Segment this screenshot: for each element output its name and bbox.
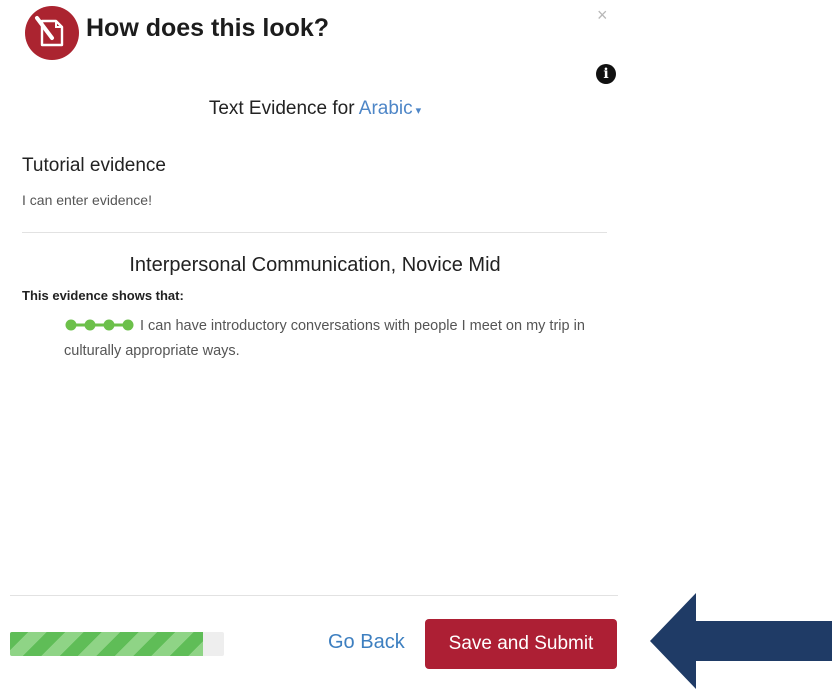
progress-fill — [10, 632, 203, 656]
evidence-body: I can enter evidence! — [22, 192, 152, 208]
evidence-heading-prefix: Text Evidence for — [208, 98, 355, 119]
go-back-link[interactable]: Go Back — [328, 631, 405, 654]
evidence-heading: Text Evidence for Arabic ▾ — [0, 98, 630, 120]
shows-label: This evidence shows that: — [22, 288, 184, 303]
evidence-title: Tutorial evidence — [22, 155, 166, 176]
chevron-down-icon: ▾ — [415, 105, 422, 117]
competency-title: Interpersonal Communication, Novice Mid — [129, 254, 501, 276]
evidence-review-modal: How does this look? × i Text Evidence fo… — [0, 0, 630, 685]
arrow-left-icon — [650, 593, 832, 689]
info-icon[interactable]: i — [596, 64, 616, 84]
language-dropdown[interactable]: Arabic ▾ — [359, 98, 421, 119]
statement-text: I can have introductory conversations wi… — [64, 318, 585, 359]
level-dots-icon — [64, 317, 136, 340]
can-do-statement: I can have introductory conversations wi… — [64, 315, 609, 363]
progress-bar — [10, 632, 224, 656]
close-icon[interactable]: × — [597, 5, 608, 26]
document-pencil-icon — [25, 6, 79, 60]
modal-title: How does this look? — [86, 14, 330, 42]
footer-divider — [10, 595, 618, 596]
divider — [22, 232, 607, 233]
save-and-submit-button[interactable]: Save and Submit — [425, 619, 617, 669]
language-label: Arabic — [358, 98, 413, 119]
